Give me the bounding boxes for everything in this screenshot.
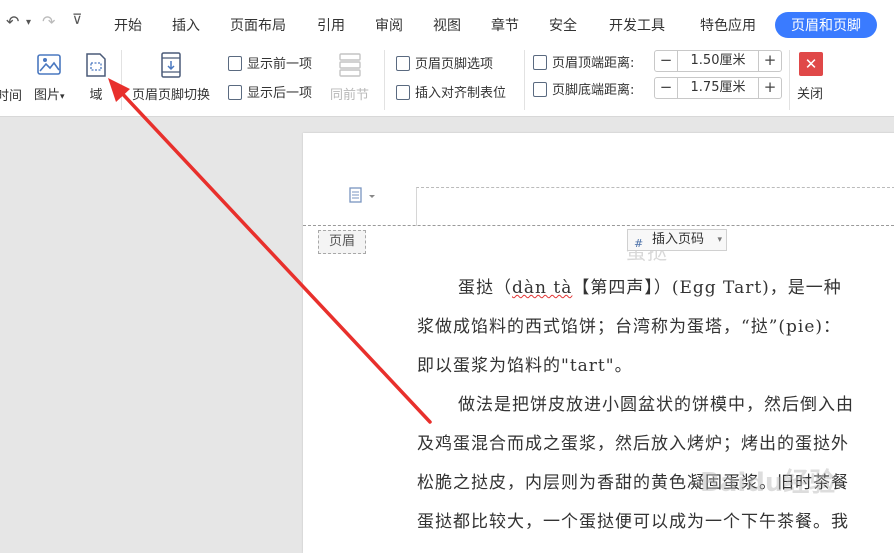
arrow-shaft (115, 86, 432, 424)
annotation-arrow (108, 78, 432, 424)
